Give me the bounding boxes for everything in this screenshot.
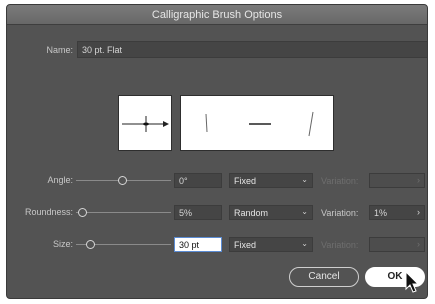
- name-input[interactable]: [77, 41, 427, 58]
- size-slider-knob[interactable]: [86, 240, 95, 249]
- angle-label: Angle:: [47, 175, 73, 185]
- size-label: Size:: [52, 239, 73, 249]
- roundness-mode-select[interactable]: Random ⌄: [229, 205, 313, 220]
- size-mode-select[interactable]: Fixed ⌄: [229, 237, 313, 252]
- name-label: Name:: [46, 45, 73, 55]
- dialog-title: Calligraphic Brush Options: [7, 5, 427, 25]
- arrow-cursor-icon: [405, 271, 420, 293]
- brush-shape-preview: [180, 95, 334, 151]
- roundness-slider-knob[interactable]: [78, 208, 87, 217]
- roundness-variation-value: 1%: [374, 208, 388, 218]
- size-variation-input[interactable]: ›: [369, 237, 425, 252]
- chevron-right-icon: ›: [417, 175, 420, 185]
- calligraphic-brush-options-dialog: Calligraphic Brush Options Name: Angle: …: [6, 4, 428, 299]
- chevron-down-icon: ⌄: [301, 175, 308, 184]
- chevron-down-icon: ⌄: [301, 239, 308, 248]
- angle-mode-select[interactable]: Fixed ⌄: [229, 173, 313, 188]
- size-variation-label: Variation:: [321, 240, 359, 250]
- cancel-button[interactable]: Cancel: [289, 267, 359, 287]
- angle-input[interactable]: [174, 173, 222, 188]
- chevron-right-icon: ›: [417, 239, 420, 249]
- roundness-slider-track[interactable]: [76, 212, 171, 213]
- size-input[interactable]: [174, 237, 222, 252]
- brush-angle-preview-graphic: [122, 116, 169, 132]
- chevron-right-icon: ›: [417, 207, 420, 217]
- chevron-down-icon: ⌄: [301, 207, 308, 216]
- roundness-variation-input[interactable]: 1% ›: [369, 205, 425, 220]
- angle-variation-label: Variation:: [321, 176, 359, 186]
- brush-shape-preview-graphic: [205, 111, 314, 137]
- roundness-input[interactable]: [174, 205, 222, 220]
- size-mode-value: Fixed: [234, 240, 257, 250]
- angle-mode-value: Fixed: [234, 176, 257, 186]
- angle-slider-knob[interactable]: [118, 176, 127, 185]
- angle-roundness-preview[interactable]: [118, 95, 172, 151]
- angle-variation-input[interactable]: ›: [369, 173, 425, 188]
- roundness-label: Roundness:: [24, 207, 73, 217]
- roundness-mode-value: Random: [234, 208, 269, 218]
- roundness-variation-label: Variation:: [321, 208, 359, 218]
